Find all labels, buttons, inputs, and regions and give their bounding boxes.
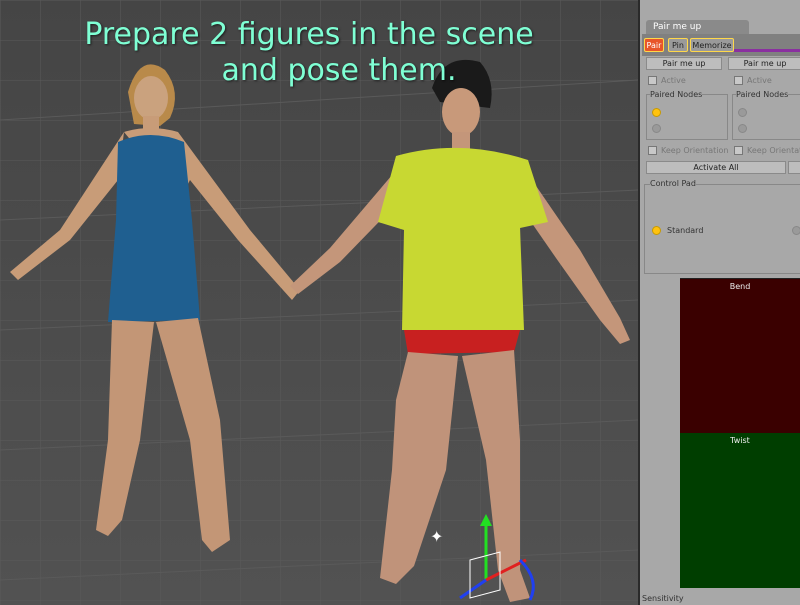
active-checkbox-2[interactable] (734, 76, 743, 85)
pair-me-up-button-2[interactable]: Pair me up (728, 57, 800, 70)
active-label-2: Active (747, 76, 772, 85)
3d-viewport[interactable]: ✦ Prepare 2 figures in the scene and pos… (0, 0, 638, 605)
viewport-scene: ✦ (0, 0, 638, 605)
alt-mode-radio[interactable] (792, 226, 800, 235)
paired-node-radio-2b[interactable] (738, 124, 747, 133)
active-label-1: Active (661, 76, 686, 85)
activate-all-button[interactable]: Activate All (646, 161, 786, 174)
extra-button[interactable] (788, 161, 800, 174)
bend-pad[interactable]: Bend (680, 278, 800, 433)
paired-nodes-group-1 (646, 94, 728, 140)
pair-me-up-button-1[interactable]: Pair me up (646, 57, 722, 70)
paired-nodes-group-2 (732, 94, 800, 140)
paired-node-radio-1b[interactable] (652, 124, 661, 133)
standard-radio[interactable] (652, 226, 661, 235)
bend-label: Bend (729, 282, 751, 291)
tab-underline (734, 49, 800, 52)
caption-line1: Prepare 2 figures in the scene (84, 17, 534, 52)
paired-node-radio-2a[interactable] (738, 108, 747, 117)
svg-text:✦: ✦ (430, 527, 443, 546)
keep-orientation-checkbox-1[interactable] (648, 146, 657, 155)
standard-label: Standard (667, 226, 704, 235)
sensitivity-label: Sensitivity (642, 594, 684, 603)
caption-line2: and pose them. (221, 53, 457, 88)
keep-orientation-checkbox-2[interactable] (734, 146, 743, 155)
paired-nodes-label-1: Paired Nodes (650, 90, 703, 99)
twist-label: Twist (730, 436, 750, 445)
keep-orientation-label-1: Keep Orientation (661, 146, 729, 155)
pose-tool-icon: ✦ (430, 527, 443, 546)
keep-orientation-label-2: Keep Orientation (747, 146, 800, 155)
paired-nodes-label-2: Paired Nodes (736, 90, 789, 99)
active-checkbox-1[interactable] (648, 76, 657, 85)
tab-pair[interactable]: Pair (644, 38, 664, 52)
control-pad-label: Control Pad (650, 179, 696, 188)
twist-pad[interactable]: Twist (680, 433, 800, 588)
paired-node-radio-1a[interactable] (652, 108, 661, 117)
tab-pin[interactable]: Pin (668, 38, 688, 52)
tab-memorize[interactable]: Memorize (690, 38, 734, 52)
panel-title-tab[interactable]: Pair me up (646, 20, 749, 34)
